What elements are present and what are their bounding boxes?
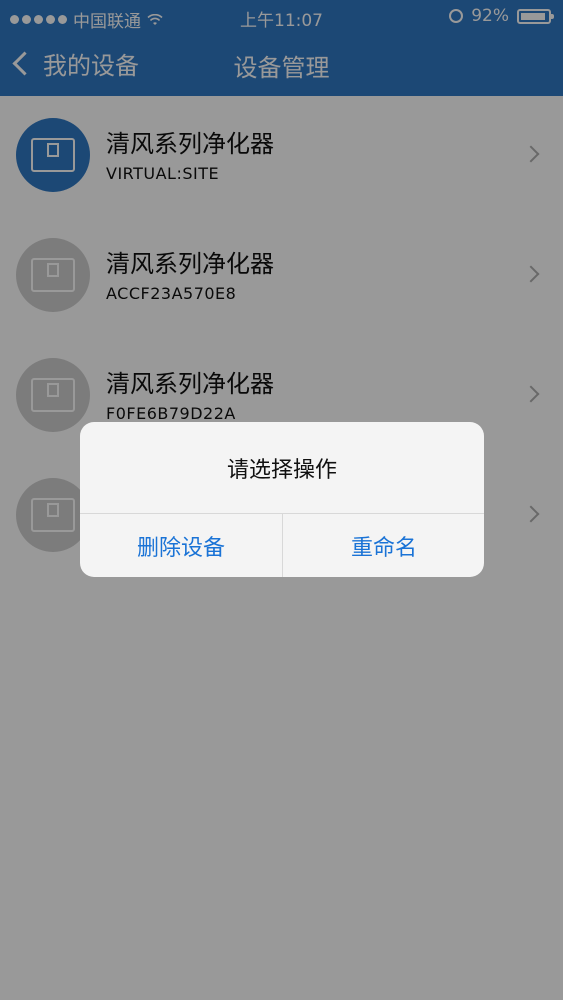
delete-device-button[interactable]: 删除设备 <box>80 514 282 577</box>
dialog-title: 请选择操作 <box>226 458 337 483</box>
action-dialog: 请选择操作 删除设备 重命名 <box>80 422 484 577</box>
rename-button[interactable]: 重命名 <box>283 514 484 577</box>
